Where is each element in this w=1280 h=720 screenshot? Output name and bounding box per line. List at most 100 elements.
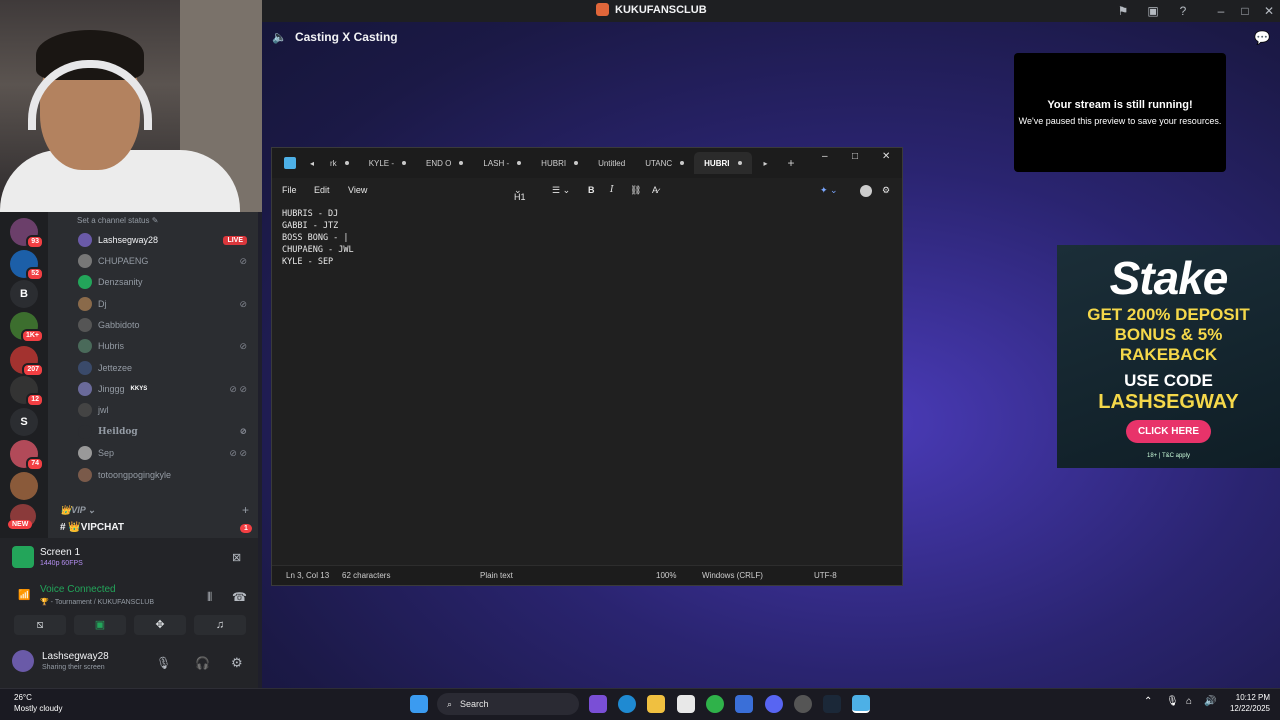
scroll-tabs-left-icon[interactable]: ◂ xyxy=(310,159,314,168)
disconnect-icon[interactable]: ☎ xyxy=(232,590,247,604)
vip-category[interactable]: 👑VIP ⌄ xyxy=(60,505,95,516)
minimize-icon[interactable]: – xyxy=(1214,4,1228,18)
current-user[interactable]: Lashsegway28 Sharing their screen xyxy=(12,650,109,672)
new-tab-icon[interactable]: + xyxy=(788,156,795,170)
network-icon[interactable]: ⌂ xyxy=(1186,696,1192,707)
voice-member[interactable]: Dj ⊘ xyxy=(78,294,253,314)
stream-paused-notice[interactable]: Your stream is still running! We've paus… xyxy=(1014,53,1226,172)
cursor-position: Ln 3, Col 13 xyxy=(286,571,330,580)
notepad-tab[interactable]: rk xyxy=(320,152,359,174)
volume-icon[interactable]: 🔊 xyxy=(1204,696,1216,707)
voice-member[interactable]: Hubris ⊘ xyxy=(78,336,253,356)
encoding[interactable]: UTF-8 xyxy=(814,571,837,580)
account-icon[interactable] xyxy=(860,185,872,197)
camera-off-button[interactable]: ⧅ xyxy=(14,615,66,635)
stop-stream-icon[interactable]: ⊠ xyxy=(232,551,241,564)
add-channel-icon[interactable]: + xyxy=(242,503,249,517)
voice-member[interactable]: totoongpogingkyle xyxy=(78,465,253,485)
mail-icon[interactable] xyxy=(735,695,753,713)
screen-share-button[interactable]: ▣ xyxy=(74,615,126,635)
steam-icon[interactable] xyxy=(823,695,841,713)
list-icon[interactable]: ☰ ⌄ xyxy=(552,185,570,196)
mic-tray-icon[interactable]: 🎙 xyxy=(1166,696,1179,707)
notepad-tab-active[interactable]: HUBRI xyxy=(694,152,752,174)
line-endings[interactable]: Windows (CRLF) xyxy=(702,571,763,580)
voice-member[interactable]: Lashsegway28 LIVE xyxy=(78,230,253,250)
maximize-icon[interactable]: □ xyxy=(852,151,858,162)
voice-member[interactable]: Jettezee xyxy=(78,358,253,378)
voice-member[interactable]: Jinggg KKYS ⊘ ⊘ xyxy=(78,379,253,399)
edge-icon[interactable] xyxy=(618,695,636,713)
notepad-tab[interactable]: KYLE - xyxy=(359,152,416,174)
link-icon[interactable]: ⛓ xyxy=(630,185,641,196)
notepad-tab[interactable]: END O xyxy=(416,152,473,174)
store-icon[interactable] xyxy=(677,695,695,713)
voice-member[interactable]: Heildog ⊘ xyxy=(78,422,253,442)
server-icon[interactable]: 52 xyxy=(10,250,44,281)
chat-bubble-icon[interactable]: 💬 xyxy=(1254,30,1270,46)
minimize-icon[interactable]: – xyxy=(822,151,828,162)
unsaved-dot-icon xyxy=(574,161,579,165)
server-icon[interactable]: 93 xyxy=(10,218,44,249)
menu-edit[interactable]: Edit xyxy=(314,185,330,195)
channel-status-hint[interactable]: Set a channel status ✎ xyxy=(77,216,158,225)
microphone-icon[interactable]: 🎙 xyxy=(156,656,171,670)
noise-suppression-icon[interactable]: ⦀ xyxy=(207,590,212,605)
ad-click-button[interactable]: CLICK HERE xyxy=(1125,420,1212,443)
vipchat-channel[interactable]: # 👑VIPCHAT xyxy=(60,522,124,533)
zoom-level[interactable]: 100% xyxy=(656,571,676,580)
voice-member[interactable]: Sep ⊘ ⊘ xyxy=(78,443,253,463)
stake-ad[interactable]: Stake GET 200% DEPOSIT BONUS & 5% RAKEBA… xyxy=(1057,245,1280,468)
menu-view[interactable]: View xyxy=(348,185,367,195)
notepad-tab[interactable]: LASH - xyxy=(473,152,531,174)
inbox-icon[interactable]: ▣ xyxy=(1146,4,1160,18)
italic-icon[interactable]: I xyxy=(610,185,614,195)
close-icon[interactable]: ✕ xyxy=(882,151,890,162)
server-icon[interactable]: S xyxy=(10,408,38,436)
voice-member[interactable]: Denzsanity xyxy=(78,272,253,292)
close-icon[interactable]: ✕ xyxy=(1262,4,1276,18)
notepad-tab[interactable]: HUBRI xyxy=(531,152,588,174)
maximize-icon[interactable]: □ xyxy=(1238,4,1252,18)
headphones-icon[interactable]: 🎧 xyxy=(195,656,210,670)
notepad-tab[interactable]: UTANC xyxy=(635,152,694,174)
server-icon[interactable]: B xyxy=(10,280,38,308)
discord-icon[interactable] xyxy=(765,695,783,713)
bold-icon[interactable]: B xyxy=(588,185,595,195)
weather-widget[interactable]: 26°C Mostly cloudy xyxy=(14,692,62,714)
obs-icon[interactable] xyxy=(794,695,812,713)
notepad-taskbar-icon[interactable] xyxy=(852,695,870,713)
notepad-text-area[interactable]: HUBRIS - DJ GABBI - JTZ BOSS BONG - | CH… xyxy=(282,208,354,268)
activities-button[interactable]: ✥ xyxy=(134,615,186,635)
server-icon[interactable] xyxy=(10,472,38,500)
help-icon[interactable]: ? xyxy=(1176,4,1190,18)
flag-icon[interactable]: ⚑ xyxy=(1116,4,1130,18)
chrome-icon[interactable] xyxy=(706,695,724,713)
copilot-app-icon[interactable] xyxy=(589,695,607,713)
menu-file[interactable]: File xyxy=(282,185,297,195)
clear-formatting-icon[interactable]: A̷ xyxy=(652,185,658,195)
heading-dropdown[interactable]: H1 ⌄ xyxy=(514,185,526,202)
server-icon[interactable]: 1K+ xyxy=(10,312,44,343)
voice-member[interactable]: Gabbidoto xyxy=(78,315,253,335)
voice-member[interactable]: CHUPAENG ⊘ xyxy=(78,251,253,271)
notepad-tab[interactable]: Untitled xyxy=(588,152,635,174)
system-clock[interactable]: 10:12 PM 12/22/2025 xyxy=(1222,692,1270,714)
server-icon[interactable]: 207 xyxy=(10,346,44,377)
text-format[interactable]: Plain text xyxy=(480,571,513,580)
tray-chevron-icon[interactable]: ⌃ xyxy=(1144,696,1152,707)
soundboard-button[interactable]: ♫ xyxy=(194,615,246,635)
settings-gear-icon[interactable]: ⚙ xyxy=(231,655,243,671)
screen-share-status[interactable]: Screen 1 1440p 60FPS xyxy=(12,546,83,568)
taskbar-search[interactable]: ⌕ Search xyxy=(437,693,579,715)
voice-connected[interactable]: 📶 Voice Connected 🏆 - Tournament / KUKUFA… xyxy=(18,584,154,606)
settings-gear-icon[interactable]: ⚙ xyxy=(882,185,890,196)
copilot-icon[interactable]: ✦ ⌄ xyxy=(820,185,838,196)
deafened-icon: ⊘ xyxy=(239,340,247,351)
voice-member[interactable]: jwl xyxy=(78,400,253,420)
server-icon[interactable]: 74 xyxy=(10,440,44,471)
scroll-tabs-right-icon[interactable]: ▸ xyxy=(764,159,768,168)
start-icon[interactable] xyxy=(410,695,428,713)
file-explorer-icon[interactable] xyxy=(647,695,665,713)
server-icon[interactable]: 12 xyxy=(10,376,44,407)
